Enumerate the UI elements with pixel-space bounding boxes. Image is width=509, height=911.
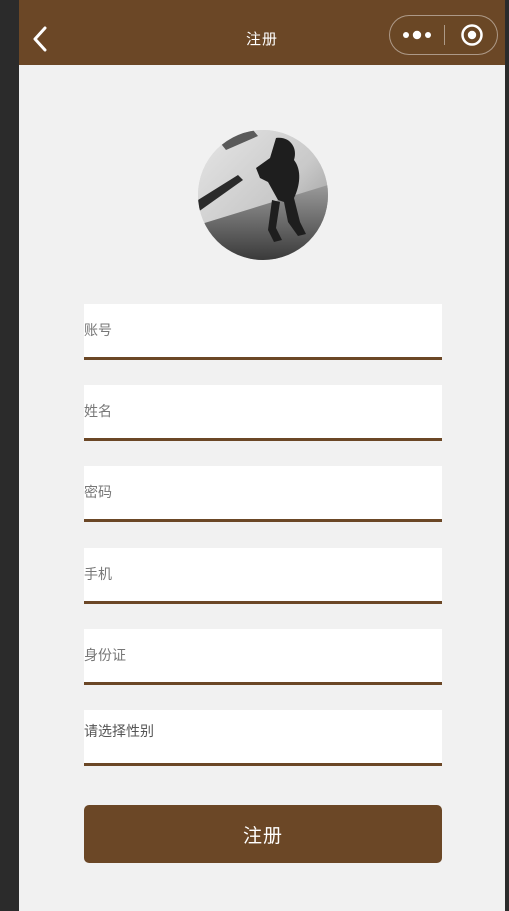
more-dots-icon <box>403 30 431 40</box>
phone-field[interactable] <box>84 548 442 604</box>
capsule-menu <box>389 15 498 55</box>
id-card-field[interactable] <box>84 629 442 685</box>
phone-input[interactable] <box>84 548 442 601</box>
right-window-edge <box>505 0 509 911</box>
account-field[interactable] <box>84 304 442 360</box>
avatar[interactable] <box>198 130 328 260</box>
gender-select[interactable]: 请选择性别 <box>84 710 442 766</box>
avatar-photo <box>198 130 328 260</box>
more-button[interactable] <box>390 16 444 54</box>
register-button[interactable]: 注册 <box>84 805 442 863</box>
name-input[interactable] <box>84 385 442 438</box>
password-field[interactable] <box>84 466 442 522</box>
name-field[interactable] <box>84 385 442 441</box>
gender-select-label[interactable]: 请选择性别 <box>84 721 154 741</box>
mini-program-screen: 注册 账号 姓名 手机 身份证 请选择性别 注册 <box>19 0 505 911</box>
navigation-bar: 注册 <box>19 0 505 65</box>
left-window-edge <box>0 0 19 911</box>
password-input[interactable] <box>84 466 442 519</box>
account-input[interactable] <box>84 304 442 357</box>
close-button[interactable] <box>445 16 498 54</box>
id-card-input[interactable] <box>84 629 442 682</box>
target-close-icon <box>460 24 483 46</box>
